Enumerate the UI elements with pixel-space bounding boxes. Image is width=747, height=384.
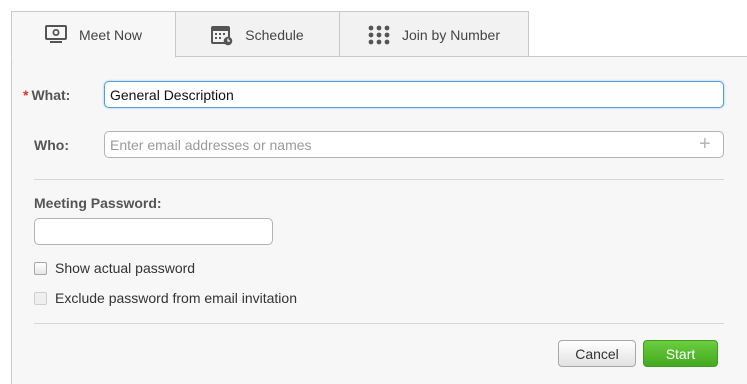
add-recipient-icon[interactable]: + xyxy=(699,134,711,154)
divider-top xyxy=(34,179,724,180)
exclude-password-row: Exclude password from email invitation xyxy=(34,290,297,306)
show-password-checkbox[interactable] xyxy=(34,261,47,275)
tab-bar: Meet Now Schedule Join by Number xyxy=(11,11,529,58)
show-password-label: Show actual password xyxy=(55,260,196,276)
what-label: * What: xyxy=(23,87,70,103)
divider-bottom xyxy=(34,323,724,324)
tab-meet-now[interactable]: Meet Now xyxy=(11,11,176,58)
who-label: Who: xyxy=(34,137,69,153)
tab-schedule-label: Schedule xyxy=(245,26,304,43)
calendar-icon xyxy=(211,24,233,46)
tab-join-by-number-label: Join by Number xyxy=(401,26,501,43)
show-password-row: Show actual password xyxy=(34,260,195,276)
monitor-icon xyxy=(44,24,67,45)
what-input[interactable] xyxy=(104,81,724,108)
meeting-password-input[interactable] xyxy=(34,218,273,245)
meet-now-panel: *What: Who: + Meeting Password: Show act… xyxy=(11,56,747,384)
tab-schedule[interactable]: Schedule xyxy=(175,11,340,57)
exclude-password-label: Exclude password from email invitation xyxy=(55,290,297,306)
what-label-text: What: xyxy=(31,87,71,103)
tab-join-by-number[interactable]: Join by Number xyxy=(339,11,529,57)
start-button[interactable]: Start xyxy=(643,340,718,367)
cancel-button[interactable]: Cancel xyxy=(558,340,636,367)
required-marker: * xyxy=(23,87,29,103)
tab-meet-now-label: Meet Now xyxy=(78,26,143,43)
meeting-password-label: Meeting Password: xyxy=(34,195,162,211)
keypad-icon xyxy=(368,25,390,45)
who-input[interactable] xyxy=(104,131,724,158)
exclude-password-checkbox[interactable] xyxy=(34,291,47,305)
